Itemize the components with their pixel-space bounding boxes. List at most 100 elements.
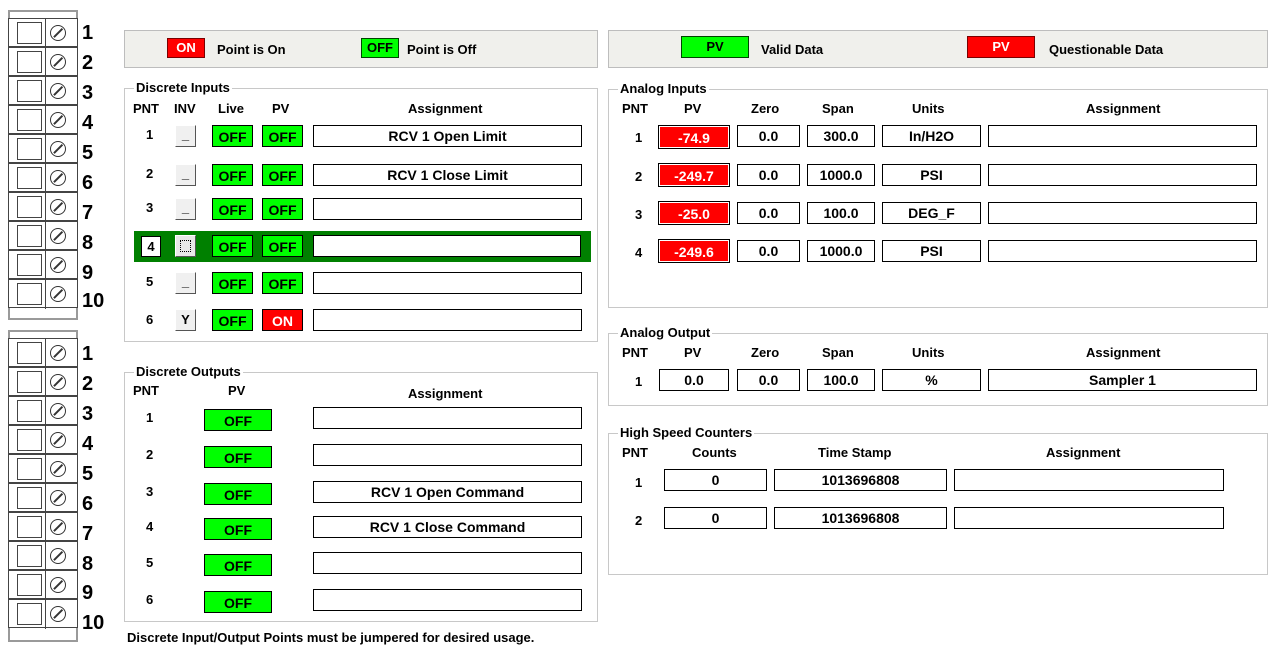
terminal-block [8, 570, 78, 600]
terminal-number: 5 [82, 142, 94, 164]
di-live-status: OFF [212, 164, 253, 186]
ai-pv-value: -249.6 [658, 239, 730, 263]
do-assignment-field[interactable] [313, 407, 582, 429]
hsc-time-stamp-field[interactable]: 1013696808 [774, 507, 947, 529]
ai-pv-value: -249.7 [658, 163, 730, 187]
hsc-assignment-field[interactable] [954, 469, 1224, 491]
ai-units-field[interactable]: PSI [882, 164, 981, 186]
di-header-pv: PV [272, 101, 290, 116]
ao-pv-field[interactable]: 0.0 [659, 369, 729, 391]
ao-header-zero: Zero [751, 345, 780, 360]
di-assignment-field[interactable] [313, 309, 582, 331]
di-assignment-field[interactable]: RCV 1 Open Limit [313, 125, 582, 147]
di-header-assignment: Assignment [408, 101, 483, 116]
do-assignment-field[interactable]: RCV 1 Open Command [313, 481, 582, 503]
ao-header-assignment: Assignment [1086, 345, 1161, 360]
do-pv-status[interactable]: OFF [204, 554, 272, 576]
di-pnt: 3 [146, 200, 154, 215]
ai-units-field[interactable]: DEG_F [882, 202, 981, 224]
terminal-block [8, 454, 78, 484]
di-inv-button[interactable]: _ [175, 164, 196, 186]
terminal-number: 8 [82, 553, 94, 575]
ao-assignment-field[interactable]: Sampler 1 [988, 369, 1257, 391]
ai-assignment-field[interactable] [988, 202, 1257, 224]
ai-units-field[interactable]: In/H2O [882, 125, 981, 147]
do-pv-status[interactable]: OFF [204, 409, 272, 431]
do-assignment-field[interactable] [313, 552, 582, 574]
discrete-inputs-title: Discrete Inputs [134, 80, 232, 95]
hsc-header-counts: Counts [692, 445, 737, 460]
di-assignment-field[interactable]: RCV 1 Close Limit [313, 164, 582, 186]
ai-zero-field[interactable]: 0.0 [737, 164, 800, 186]
di-header-pnt: PNT [133, 101, 159, 116]
terminal-number: 10 [82, 290, 105, 312]
di-inv-button[interactable]: Y [175, 309, 196, 331]
ai-pnt: 4 [635, 245, 643, 260]
screw-icon [50, 606, 66, 622]
do-assignment-field[interactable]: RCV 1 Close Command [313, 516, 582, 538]
screw-icon [50, 490, 66, 506]
di-pnt-selected: 4 [141, 236, 161, 257]
di-assignment-field[interactable] [313, 272, 582, 294]
screw-icon [50, 83, 66, 99]
terminal-block [8, 163, 78, 193]
hsc-time-stamp-field[interactable]: 1013696808 [774, 469, 947, 491]
di-assignment-field[interactable] [313, 198, 582, 220]
ai-zero-field[interactable]: 0.0 [737, 202, 800, 224]
di-assignment-field[interactable] [313, 235, 581, 257]
screw-icon [50, 461, 66, 477]
do-pv-status[interactable]: OFF [204, 591, 272, 613]
di-inv-button[interactable]: _ [175, 125, 196, 147]
ai-header-zero: Zero [751, 101, 780, 116]
ao-units-field[interactable]: % [882, 369, 981, 391]
terminal-number: 1 [82, 343, 94, 365]
ao-header-span: Span [822, 345, 854, 360]
ai-units-field[interactable]: PSI [882, 240, 981, 262]
terminal-block [8, 396, 78, 426]
terminal-block [8, 134, 78, 164]
terminal-block [8, 250, 78, 280]
on-tag: ON [167, 38, 205, 58]
ao-header-pnt: PNT [622, 345, 648, 360]
screw-icon [50, 345, 66, 361]
do-pv-status[interactable]: OFF [204, 518, 272, 540]
terminal-block [8, 221, 78, 251]
ao-header-pv: PV [684, 345, 702, 360]
do-assignment-field[interactable] [313, 444, 582, 466]
ao-pnt: 1 [635, 374, 643, 389]
di-inv-button[interactable]: _ [175, 198, 196, 220]
ai-zero-field[interactable]: 0.0 [737, 240, 800, 262]
ai-span-field[interactable]: 1000.0 [807, 240, 875, 262]
ao-zero-field[interactable]: 0.0 [737, 369, 800, 391]
di-live-status: OFF [212, 198, 253, 220]
hsc-counts-field[interactable]: 0 [664, 507, 767, 529]
screw-icon [50, 25, 66, 41]
do-pv-status[interactable]: OFF [204, 446, 272, 468]
hsc-assignment-field[interactable] [954, 507, 1224, 529]
ai-span-field[interactable]: 1000.0 [807, 164, 875, 186]
ai-assignment-field[interactable] [988, 164, 1257, 186]
off-label: Point is Off [407, 42, 477, 57]
do-assignment-field[interactable] [313, 589, 582, 611]
terminal-number: 5 [82, 463, 94, 485]
do-pv-status[interactable]: OFF [204, 483, 272, 505]
di-inv-button[interactable]: _ [175, 272, 196, 294]
ai-assignment-field[interactable] [988, 125, 1257, 147]
ai-span-field[interactable]: 300.0 [807, 125, 875, 147]
screw-icon [50, 170, 66, 186]
ai-span-field[interactable]: 100.0 [807, 202, 875, 224]
terminal-block [8, 512, 78, 542]
terminal-number: 4 [82, 112, 94, 134]
ai-zero-field[interactable]: 0.0 [737, 125, 800, 147]
screw-icon [50, 257, 66, 273]
terminal-block [8, 105, 78, 135]
do-pnt: 1 [146, 410, 154, 425]
di-live-status: OFF [212, 235, 253, 257]
di-live-status: OFF [212, 125, 253, 147]
ai-assignment-field[interactable] [988, 240, 1257, 262]
di-pnt: 2 [146, 166, 154, 181]
hsc-counts-field[interactable]: 0 [664, 469, 767, 491]
hsc-header-assignment: Assignment [1046, 445, 1121, 460]
ao-span-field[interactable]: 100.0 [807, 369, 875, 391]
terminal-number: 2 [82, 52, 94, 74]
